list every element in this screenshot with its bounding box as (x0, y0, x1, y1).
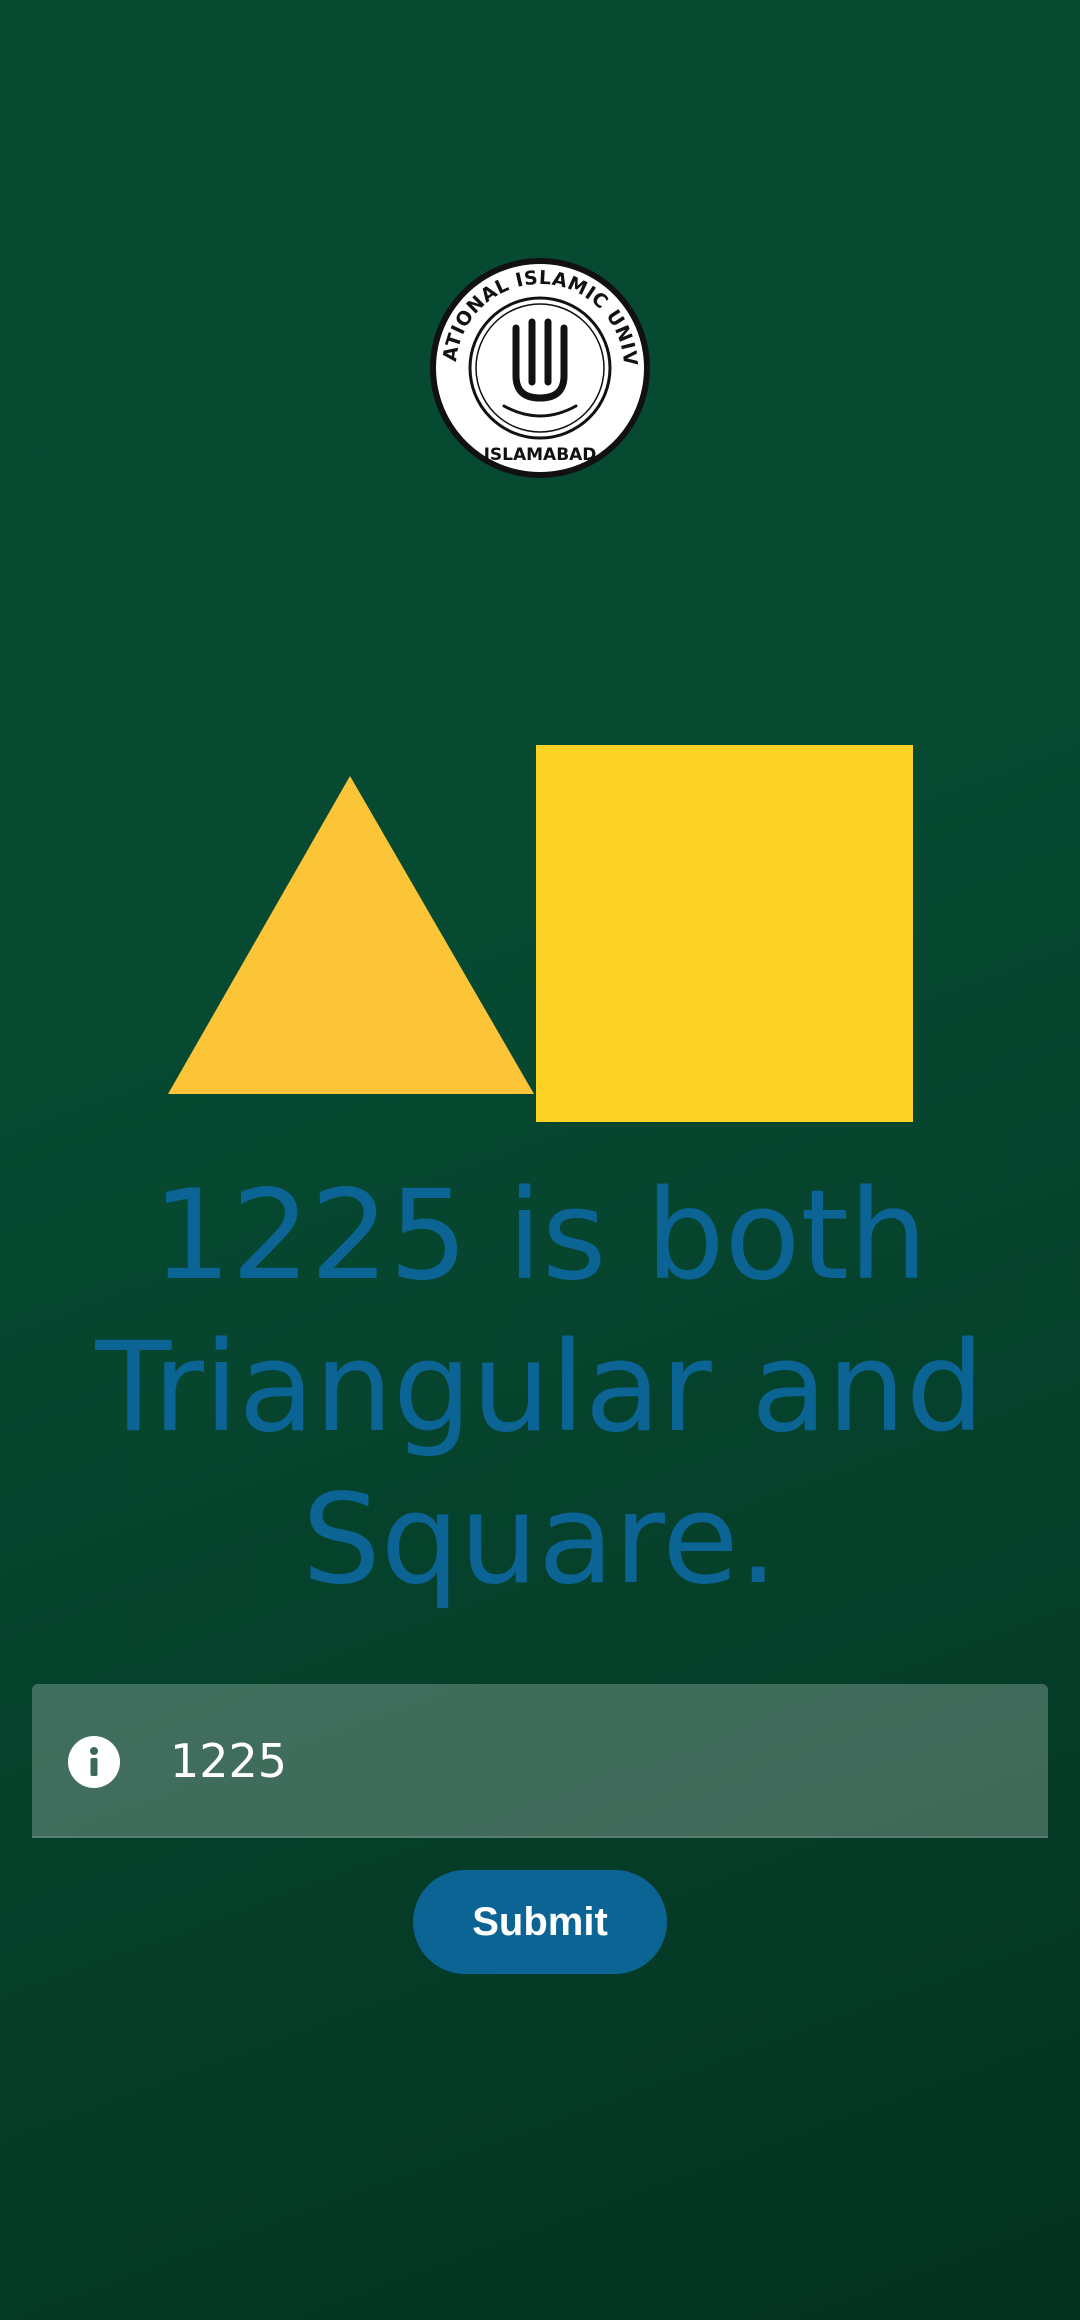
submit-button[interactable]: Submit (413, 1870, 667, 1974)
university-logo: INTERNATIONAL ISLAMIC UNIVERSITY ISLAMAB… (428, 256, 650, 478)
answer-input[interactable] (170, 1714, 990, 1808)
info-icon[interactable] (68, 1736, 120, 1788)
square-shape (536, 745, 913, 1122)
triangle-shape (168, 776, 534, 1094)
logo-bottom-text: ISLAMABAD (484, 445, 597, 465)
result-message: 1225 is both Triangular and Square. (95, 1164, 985, 1612)
shapes-illustration (168, 745, 913, 1122)
